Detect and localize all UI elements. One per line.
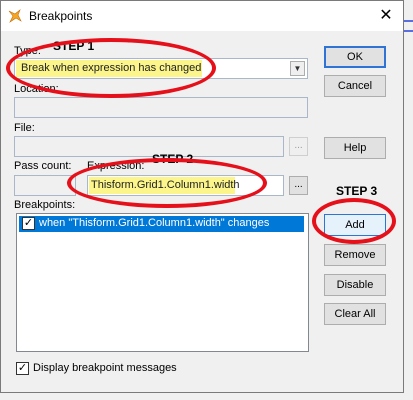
- background-window-edge: [403, 0, 413, 40]
- title-bar[interactable]: Breakpoints ✕: [1, 1, 403, 31]
- file-label: File:: [14, 122, 35, 134]
- expression-browse-button[interactable]: ...: [289, 176, 308, 195]
- window-title: Breakpoints: [29, 9, 93, 23]
- ok-button[interactable]: OK: [324, 46, 386, 68]
- pass-count-label: Pass count:: [14, 160, 72, 172]
- step1-ring: [6, 38, 216, 98]
- cancel-button[interactable]: Cancel: [324, 75, 386, 97]
- help-button[interactable]: Help: [324, 137, 386, 159]
- breakpoints-label: Breakpoints:: [14, 199, 76, 211]
- step3-ring: [312, 198, 396, 244]
- breakpoint-checkbox[interactable]: ✓: [22, 217, 35, 230]
- breakpoints-list[interactable]: ✓ when "Thisform.Grid1.Column1.width" ch…: [16, 213, 309, 352]
- disable-button[interactable]: Disable: [324, 274, 386, 296]
- remove-button[interactable]: Remove: [324, 244, 386, 266]
- step3-annotation: STEP 3: [336, 184, 378, 198]
- chevron-down-icon[interactable]: ▼: [290, 61, 305, 76]
- display-messages-label: Display breakpoint messages: [33, 362, 177, 374]
- breakpoint-text: when "Thisform.Grid1.Column1.width" chan…: [39, 217, 270, 229]
- list-item[interactable]: ✓ when "Thisform.Grid1.Column1.width" ch…: [19, 216, 304, 232]
- clear-all-button[interactable]: Clear All: [324, 303, 386, 325]
- display-messages-checkbox[interactable]: ✓: [16, 362, 29, 375]
- file-field[interactable]: [14, 136, 284, 157]
- step2-ring: [67, 158, 267, 208]
- file-browse-button[interactable]: ...: [289, 137, 308, 156]
- close-button[interactable]: ✕: [375, 6, 397, 26]
- location-field[interactable]: [14, 97, 308, 118]
- fox-icon: [8, 9, 22, 23]
